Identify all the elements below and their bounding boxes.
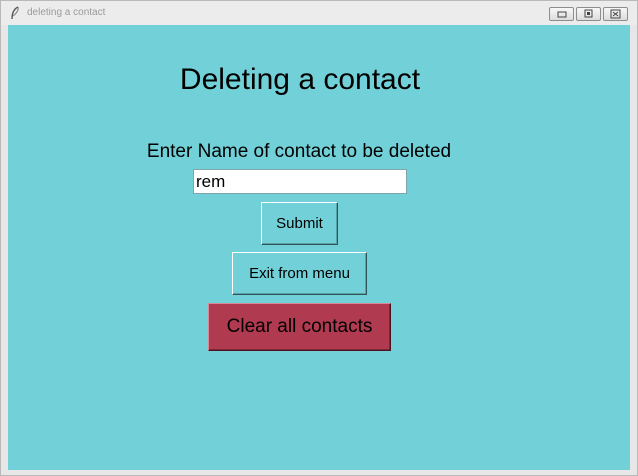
close-button[interactable] [603,7,628,21]
exit-menu-button[interactable]: Exit from menu [232,252,367,295]
minimize-button[interactable] [549,7,574,21]
maximize-icon [584,9,593,18]
content-area: Deleting a contact Enter Name of contact… [8,25,630,470]
window-title: deleting a contact [27,7,106,18]
contact-name-input[interactable] [193,169,407,194]
title-bar[interactable]: deleting a contact [1,1,637,25]
clear-all-contacts-button[interactable]: Clear all contacts [208,303,391,351]
minimize-icon [557,11,567,18]
app-window: deleting a contact Deleting a contact En… [0,0,638,476]
close-icon [610,9,621,19]
feather-icon [10,6,20,20]
maximize-button[interactable] [576,7,601,21]
name-prompt-label: Enter Name of contact to be deleted [146,141,452,162]
submit-button[interactable]: Submit [261,202,338,245]
page-title: Deleting a contact [179,63,421,96]
